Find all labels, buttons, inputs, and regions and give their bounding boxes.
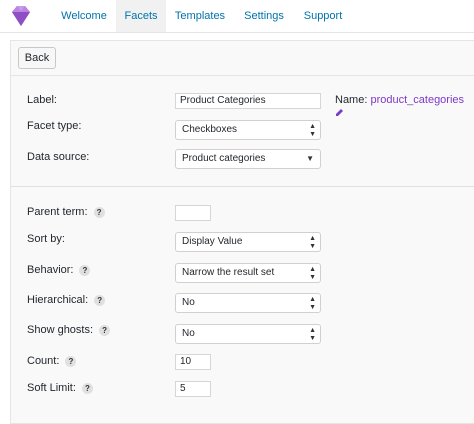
soft-limit-input[interactable]: 5	[175, 381, 211, 397]
data-source-label: Data source:	[27, 151, 90, 163]
show-ghosts-value: No	[182, 328, 195, 339]
facet-type-value: Checkboxes	[182, 124, 238, 135]
count-row-label: Count:?	[27, 355, 77, 367]
tab-settings[interactable]: Settings	[234, 0, 294, 32]
name-label: Name:	[335, 94, 368, 106]
hierarchical-label: Hierarchical:	[27, 294, 89, 306]
behavior-value: Narrow the result set	[182, 267, 275, 278]
updown-arrows-icon: ▲ ▼	[309, 327, 316, 342]
behavior-label: Behavior:	[27, 264, 74, 276]
help-icon[interactable]: ?	[65, 355, 77, 367]
help-icon[interactable]: ?	[94, 294, 106, 306]
parent-term-input[interactable]	[175, 205, 211, 221]
label-input[interactable]: Product Categories	[175, 93, 321, 109]
show-ghosts-select[interactable]: No ▲ ▼	[175, 324, 321, 344]
soft-limit-label: Soft Limit:	[27, 382, 76, 394]
behavior-row-label: Behavior:?	[27, 264, 91, 276]
show-ghosts-label: Show ghosts:	[27, 324, 94, 336]
updown-arrows-icon: ▲ ▼	[309, 123, 316, 138]
data-source-select[interactable]: Product categories ▼	[175, 149, 321, 169]
gem-icon[interactable]	[8, 3, 34, 29]
chevron-down-icon: ▼	[306, 154, 314, 163]
hierarchical-select[interactable]: No ▲ ▼	[175, 293, 321, 313]
parent-term-label: Parent term:	[27, 206, 88, 218]
facet-name: Name: product_categories	[335, 94, 474, 118]
show-ghosts-row-label: Show ghosts:?	[27, 324, 111, 336]
parent-term-row-label: Parent term:?	[27, 206, 105, 218]
pencil-icon[interactable]	[335, 108, 344, 117]
soft-limit-row-label: Soft Limit:?	[27, 382, 93, 394]
hierarchical-row-label: Hierarchical:?	[27, 294, 106, 306]
help-icon[interactable]: ?	[93, 206, 105, 218]
tab-support[interactable]: Support	[294, 0, 352, 32]
help-icon[interactable]: ?	[81, 382, 93, 394]
help-icon[interactable]: ?	[99, 324, 111, 336]
sort-by-select[interactable]: Display Value ▲ ▼	[175, 232, 321, 252]
count-input[interactable]: 10	[175, 354, 211, 370]
updown-arrows-icon: ▲ ▼	[309, 266, 316, 281]
hierarchical-value: No	[182, 297, 195, 308]
behavior-select[interactable]: Narrow the result set ▲ ▼	[175, 263, 321, 283]
back-button[interactable]: Back	[18, 47, 56, 69]
tab-templates[interactable]: Templates	[166, 0, 234, 32]
sort-by-label: Sort by:	[27, 233, 65, 245]
tab-welcome[interactable]: Welcome	[52, 0, 116, 32]
label-field-label: Label:	[27, 94, 57, 106]
updown-arrows-icon: ▲ ▼	[309, 235, 316, 250]
data-source-value: Product categories	[182, 153, 266, 164]
sort-by-value: Display Value	[182, 236, 243, 247]
tab-facets[interactable]: Facets	[116, 0, 166, 32]
count-label: Count:	[27, 355, 60, 367]
facet-type-label: Facet type:	[27, 120, 82, 132]
updown-arrows-icon: ▲ ▼	[309, 296, 316, 311]
section-divider	[11, 186, 474, 187]
facet-type-select[interactable]: Checkboxes ▲ ▼	[175, 120, 321, 140]
name-value: product_categories	[370, 94, 465, 106]
top-nav: Welcome Facets Templates Settings Suppor…	[0, 0, 474, 33]
toolbar: Back	[11, 41, 474, 76]
help-icon[interactable]: ?	[79, 264, 91, 276]
facet-editor-panel: Back Label: Product Categories Name: pro…	[10, 40, 474, 424]
